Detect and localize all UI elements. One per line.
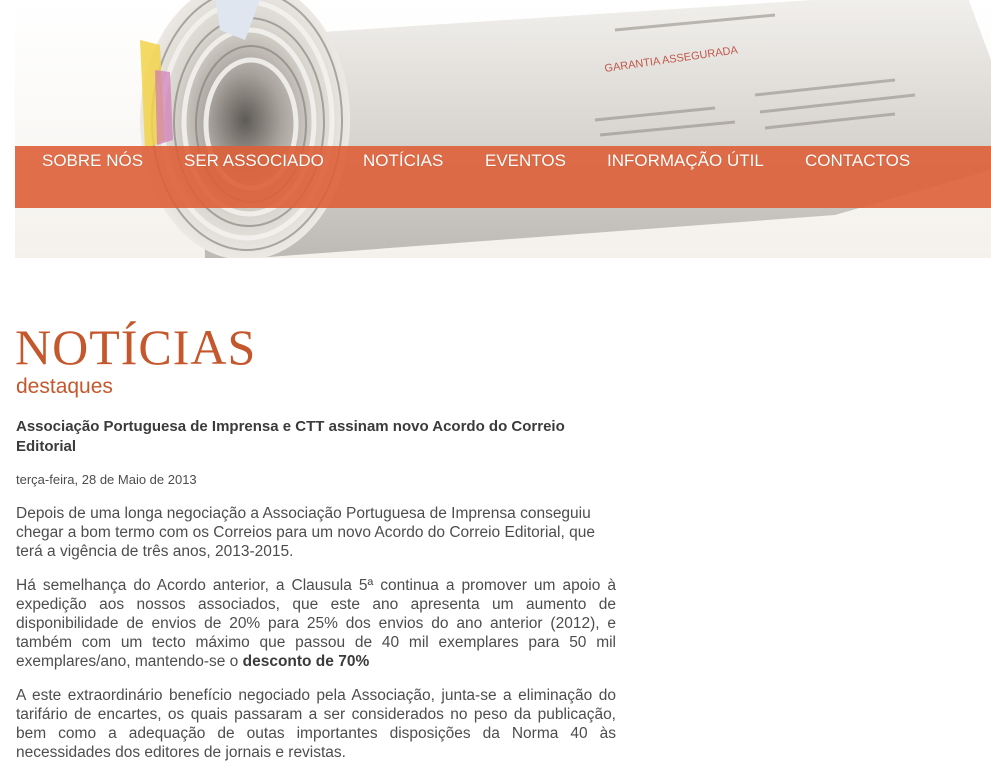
article-paragraph-3: A este extraordinário benefício negociad…: [16, 687, 616, 761]
news-article: Associação Portuguesa de Imprensa e CTT …: [16, 417, 616, 762]
article-title[interactable]: Associação Portuguesa de Imprensa e CTT …: [16, 417, 616, 457]
article-date: terça-feira, 28 de Maio de 2013: [16, 472, 197, 487]
nav-ser-associado[interactable]: SER ASSOCIADO: [184, 149, 324, 173]
section-title: NOTÍCIAS: [15, 319, 257, 375]
nav-eventos[interactable]: EVENTOS: [485, 149, 566, 173]
article-paragraph-2: Há semelhança do Acordo anterior, a Clau…: [16, 576, 616, 671]
nav-noticias[interactable]: NOTÍCIAS: [363, 149, 443, 173]
newspaper-roll-image: GARANTIA ASSEGURADA: [140, 0, 991, 258]
section-subtitle: destaques: [16, 375, 113, 398]
nav-contactos[interactable]: CONTACTOS: [805, 149, 910, 173]
nav-informacao-util[interactable]: INFORMAÇÃO ÚTIL: [607, 149, 764, 173]
discount-highlight: desconto de 70%: [242, 653, 370, 670]
nav-sobre-nos[interactable]: SOBRE NÓS: [42, 149, 143, 173]
main-navigation: SOBRE NÓS SER ASSOCIADO NOTÍCIAS EVENTOS…: [15, 146, 991, 208]
header-banner: GARANTIA ASSEGURADA: [15, 0, 991, 258]
article-paragraph-1: Depois de uma longa negociação a Associa…: [16, 505, 595, 560]
